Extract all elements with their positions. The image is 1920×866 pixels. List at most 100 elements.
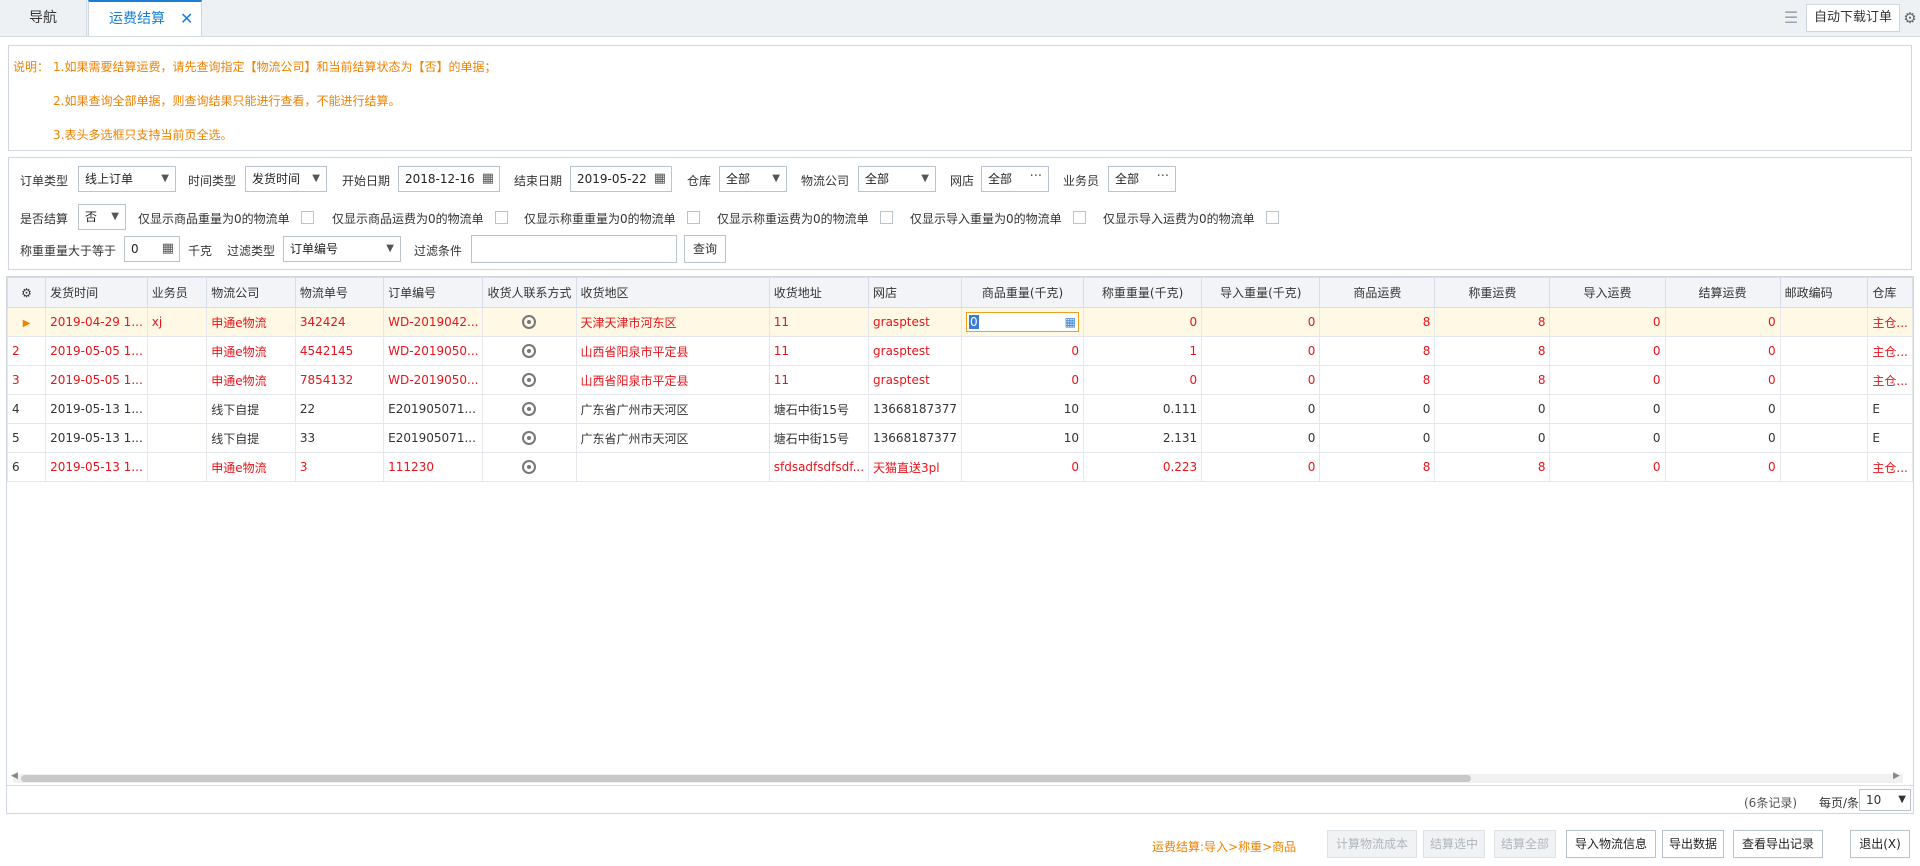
settled-select[interactable]: 否 ▼ xyxy=(78,204,126,230)
cell-salesman[interactable] xyxy=(146,365,208,395)
cell-order-no[interactable]: E201905071... xyxy=(383,394,484,424)
checkbox-import-freight-zero[interactable] xyxy=(1266,211,1279,224)
cell-goods-freight[interactable]: 0 xyxy=(1319,423,1436,453)
cell-ship-time[interactable]: 2019-05-13 1... xyxy=(45,452,148,482)
cell-postal-code[interactable] xyxy=(1779,423,1869,453)
cell-weigh-weight[interactable]: 1 xyxy=(1083,336,1203,366)
settle-selected-button[interactable]: 结算选中 xyxy=(1423,830,1485,858)
col-salesman[interactable]: 业务员 xyxy=(146,277,208,308)
col-shop[interactable]: 网店 xyxy=(868,277,963,308)
cell-receiver-address[interactable]: 11 xyxy=(768,307,870,337)
cell-logistics-company[interactable]: 申通e物流 xyxy=(206,452,296,482)
cell-import-freight[interactable]: 0 xyxy=(1549,394,1666,424)
cell-receiver-address[interactable]: 11 xyxy=(768,336,870,366)
close-icon[interactable]: ✕ xyxy=(180,2,193,36)
cell-ship-time[interactable]: 2019-04-29 1... xyxy=(45,307,148,337)
cell-weigh-weight[interactable]: 0 xyxy=(1083,365,1203,395)
cell-settle-freight[interactable]: 0 xyxy=(1664,365,1781,395)
calendar-icon[interactable]: ▦ xyxy=(654,167,666,191)
cell-goods-weight[interactable]: 0 xyxy=(961,365,1085,395)
cell-goods-freight[interactable]: 8 xyxy=(1319,307,1436,337)
cell-warehouse[interactable]: E xyxy=(1867,394,1913,424)
horizontal-scrollbar[interactable]: ◀ ▶ xyxy=(11,771,1903,783)
per-page-select[interactable]: 10 ▼ xyxy=(1859,789,1911,811)
exit-button[interactable]: 退出(X) xyxy=(1850,830,1910,858)
cell-import-weight[interactable]: 0 xyxy=(1201,336,1321,366)
cell-settle-freight[interactable]: 0 xyxy=(1664,307,1781,337)
cell-weigh-weight[interactable]: 0.223 xyxy=(1083,452,1203,482)
col-weigh-weight[interactable]: 称重重量(千克) xyxy=(1083,277,1203,308)
more-icon[interactable]: ··· xyxy=(1030,165,1042,189)
tab-freight-settlement[interactable]: 运费结算 ✕ xyxy=(88,0,202,36)
col-settle-freight[interactable]: 结算运费 xyxy=(1664,277,1781,308)
cell-tracking-no[interactable]: 22 xyxy=(294,394,385,424)
cell-receiver-address[interactable]: 塘石中街15号 xyxy=(768,394,870,424)
col-receiver-contact[interactable]: 收货人联系方式 xyxy=(482,277,577,308)
gear-icon[interactable]: ⚙ xyxy=(1900,4,1920,32)
cell-logistics-company[interactable]: 线下自提 xyxy=(206,423,296,453)
col-receiver-region[interactable]: 收货地区 xyxy=(575,277,770,308)
order-type-select[interactable]: 线上订单 ▼ xyxy=(78,166,176,192)
cell-logistics-company[interactable]: 申通e物流 xyxy=(206,336,296,366)
auto-download-orders-button[interactable]: 自动下载订单 xyxy=(1806,4,1900,32)
cell-receiver-contact[interactable] xyxy=(482,307,577,337)
cell-tracking-no[interactable]: 4542145 xyxy=(294,336,385,366)
cell-salesman[interactable] xyxy=(146,336,208,366)
cell-shop[interactable]: 天猫直送3pl xyxy=(868,452,963,482)
cell-postal-code[interactable] xyxy=(1779,394,1869,424)
cell-import-weight[interactable]: 0 xyxy=(1201,365,1321,395)
cell-import-weight[interactable]: 0 xyxy=(1201,452,1321,482)
more-icon[interactable]: ··· xyxy=(1157,165,1169,189)
cell-postal-code[interactable] xyxy=(1779,452,1869,482)
cell-goods-weight[interactable]: 0 xyxy=(961,452,1085,482)
cell-logistics-company[interactable]: 申通e物流 xyxy=(206,307,296,337)
import-logistics-info-button[interactable]: 导入物流信息 xyxy=(1566,830,1656,858)
cell-goods-freight[interactable]: 8 xyxy=(1319,452,1436,482)
cell-goods-weight[interactable]: 10 xyxy=(961,394,1085,424)
tab-navigation[interactable]: 导航 xyxy=(0,0,87,36)
cell-warehouse[interactable]: E xyxy=(1867,423,1913,453)
goods-weight-edit-value[interactable]: 0 xyxy=(969,315,979,329)
cell-salesman[interactable] xyxy=(146,452,208,482)
cell-order-no[interactable]: WD-2019050... xyxy=(383,365,484,395)
table-row[interactable]: 5 2019-05-13 1... 线下自提 33 E201905071... … xyxy=(7,423,1913,453)
cell-warehouse[interactable]: 主仓... xyxy=(1867,365,1913,395)
cell-weigh-weight[interactable]: 0 xyxy=(1083,307,1203,337)
cell-goods-freight[interactable]: 8 xyxy=(1319,365,1436,395)
cell-goods-freight[interactable]: 8 xyxy=(1319,336,1436,366)
table-row[interactable]: ▶ 2019-04-29 1... xj 申通e物流 342424 WD-201… xyxy=(7,307,1913,337)
cell-settle-freight[interactable]: 0 xyxy=(1664,423,1781,453)
col-weigh-freight[interactable]: 称重运费 xyxy=(1434,277,1551,308)
checkbox-weigh-freight-zero[interactable] xyxy=(880,211,893,224)
view-contact-icon[interactable] xyxy=(522,315,537,330)
cell-weigh-freight[interactable]: 8 xyxy=(1434,452,1551,482)
cell-postal-code[interactable] xyxy=(1779,307,1869,337)
cell-warehouse[interactable]: 主仓... xyxy=(1867,452,1913,482)
checkbox-goods-freight-zero[interactable] xyxy=(495,211,508,224)
cell-shop[interactable]: grasptest xyxy=(868,307,963,337)
cell-tracking-no[interactable]: 342424 xyxy=(294,307,385,337)
weigh-gte-input[interactable]: 0 ▦ xyxy=(124,236,180,262)
cell-goods-weight[interactable]: 0 ▦ xyxy=(961,307,1085,337)
table-row[interactable]: 4 2019-05-13 1... 线下自提 22 E201905071... … xyxy=(7,394,1913,424)
cell-receiver-region[interactable]: 广东省广州市天河区 xyxy=(575,423,770,453)
cell-warehouse[interactable]: 主仓... xyxy=(1867,336,1913,366)
cell-settle-freight[interactable]: 0 xyxy=(1664,336,1781,366)
cell-settle-freight[interactable]: 0 xyxy=(1664,452,1781,482)
view-contact-icon[interactable] xyxy=(522,373,537,388)
logistics-company-select[interactable]: 全部 ▼ xyxy=(858,166,936,192)
view-contact-icon[interactable] xyxy=(522,402,537,417)
col-goods-weight[interactable]: 商品重量(千克) xyxy=(961,277,1085,308)
cell-weigh-freight[interactable]: 8 xyxy=(1434,307,1551,337)
cell-import-weight[interactable]: 0 xyxy=(1201,423,1321,453)
cell-tracking-no[interactable]: 3 xyxy=(294,452,385,482)
cell-shop[interactable]: 13668187377 xyxy=(868,423,963,453)
cell-import-freight[interactable]: 0 xyxy=(1549,423,1666,453)
cell-ship-time[interactable]: 2019-05-05 1... xyxy=(45,336,148,366)
calculator-icon[interactable]: ▦ xyxy=(1065,313,1076,331)
export-data-button[interactable]: 导出数据 xyxy=(1662,830,1724,858)
col-receiver-address[interactable]: 收货地址 xyxy=(768,277,870,308)
cell-goods-freight[interactable]: 0 xyxy=(1319,394,1436,424)
cell-salesman[interactable] xyxy=(146,423,208,453)
cell-import-freight[interactable]: 0 xyxy=(1549,336,1666,366)
